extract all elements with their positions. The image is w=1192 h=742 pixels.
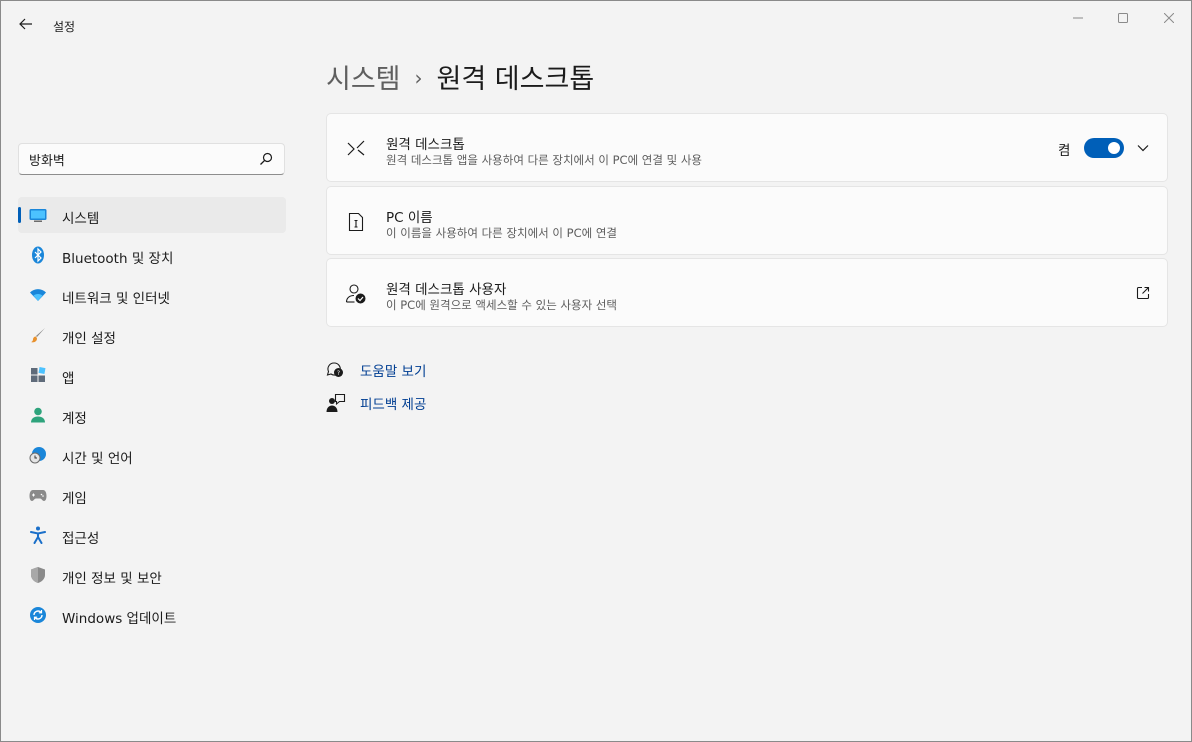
breadcrumb: 시스템 › 원격 데스크톱 bbox=[326, 57, 594, 96]
svg-text:?: ? bbox=[337, 370, 340, 377]
shield-icon bbox=[29, 566, 47, 584]
maximize-icon bbox=[1118, 13, 1128, 23]
sidebar-item-system[interactable]: 시스템 bbox=[18, 197, 286, 233]
sidebar-item-accounts[interactable]: 계정 bbox=[18, 397, 286, 433]
card-description: 이 이름을 사용하여 다른 장치에서 이 PC에 연결 bbox=[386, 226, 617, 240]
remote-desktop-card[interactable]: 원격 데스크톱 원격 데스크톱 앱을 사용하여 다른 장치에서 이 PC에 연결… bbox=[326, 113, 1168, 182]
sidebar-item-personalization[interactable]: 개인 설정 bbox=[18, 317, 286, 353]
pc-name-card[interactable]: PC 이름 이 이름을 사용하여 다른 장치에서 이 PC에 연결 bbox=[326, 186, 1168, 255]
sidebar-item-label: 개인 정보 및 보안 bbox=[62, 571, 162, 587]
breadcrumb-separator: › bbox=[414, 66, 423, 90]
update-icon bbox=[29, 606, 47, 624]
help-chat-icon: ? bbox=[326, 360, 346, 380]
apps-icon bbox=[29, 366, 47, 384]
sidebar-item-gaming[interactable]: 게임 bbox=[18, 477, 286, 513]
sidebar-item-bluetooth[interactable]: Bluetooth 및 장치 bbox=[18, 237, 286, 273]
sidebar-item-label: 시스템 bbox=[62, 211, 100, 227]
card-title: 원격 데스크톱 사용자 bbox=[386, 282, 507, 298]
feedback-icon bbox=[326, 393, 346, 413]
minimize-button[interactable] bbox=[1055, 1, 1101, 35]
wifi-icon bbox=[29, 286, 47, 304]
close-icon bbox=[1164, 13, 1174, 23]
sidebar-item-label: 접근성 bbox=[62, 531, 100, 547]
close-button[interactable] bbox=[1146, 1, 1192, 35]
remote-desktop-icon bbox=[345, 138, 367, 160]
sidebar-item-label: 게임 bbox=[62, 491, 87, 507]
feedback-link[interactable]: 피드백 제공 bbox=[326, 391, 426, 415]
toggle-knob bbox=[1108, 142, 1120, 154]
sidebar-item-label: Bluetooth 및 장치 bbox=[62, 251, 174, 267]
help-link-label: 도움말 보기 bbox=[360, 364, 427, 380]
sidebar-item-label: 네트워크 및 인터넷 bbox=[62, 291, 170, 307]
sidebar-nav: 시스템 Bluetooth 및 장치 네트워크 및 인터넷 개인 설정 앱 계정… bbox=[18, 197, 286, 637]
bluetooth-icon bbox=[29, 246, 47, 264]
toggle-state-label: 켬 bbox=[1058, 143, 1071, 159]
sidebar-item-label: 계정 bbox=[62, 411, 87, 427]
back-arrow-icon bbox=[19, 18, 32, 30]
remote-desktop-users-card[interactable]: 원격 데스크톱 사용자 이 PC에 원격으로 액세스할 수 있는 사용자 선택 bbox=[326, 258, 1168, 327]
sidebar-item-time-language[interactable]: 시간 및 언어 bbox=[18, 437, 286, 473]
sidebar-item-network[interactable]: 네트워크 및 인터넷 bbox=[18, 277, 286, 313]
search-icon[interactable] bbox=[259, 152, 273, 166]
sidebar-item-label: Windows 업데이트 bbox=[62, 611, 177, 627]
sidebar-item-accessibility[interactable]: 접근성 bbox=[18, 517, 286, 553]
card-title: 원격 데스크톱 bbox=[386, 137, 465, 153]
user-check-icon bbox=[345, 283, 367, 305]
expand-button[interactable] bbox=[1133, 138, 1153, 158]
sidebar-item-windows-update[interactable]: Windows 업데이트 bbox=[18, 597, 286, 633]
card-title: PC 이름 bbox=[386, 210, 433, 226]
open-external-button[interactable] bbox=[1133, 283, 1153, 303]
settings-window: 설정 시스템 Bluetooth 및 장치 bbox=[0, 0, 1192, 742]
app-title: 설정 bbox=[53, 20, 76, 34]
gamepad-icon bbox=[29, 486, 47, 504]
title-bar: 설정 bbox=[1, 1, 1191, 49]
pc-name-icon bbox=[345, 211, 367, 233]
minimize-icon bbox=[1073, 17, 1083, 19]
accessibility-icon bbox=[29, 526, 47, 544]
brush-icon bbox=[29, 326, 47, 344]
card-description: 이 PC에 원격으로 액세스할 수 있는 사용자 선택 bbox=[386, 298, 617, 312]
search-box bbox=[18, 143, 285, 175]
help-link[interactable]: ? 도움말 보기 bbox=[326, 358, 426, 382]
page-title: 원격 데스크톱 bbox=[436, 64, 595, 95]
remote-desktop-toggle[interactable] bbox=[1084, 138, 1124, 158]
clock-globe-icon bbox=[29, 446, 47, 464]
card-description: 원격 데스크톱 앱을 사용하여 다른 장치에서 이 PC에 연결 및 사용 bbox=[386, 153, 703, 167]
sidebar-item-label: 개인 설정 bbox=[62, 331, 116, 347]
person-icon bbox=[29, 406, 47, 424]
feedback-link-label: 피드백 제공 bbox=[360, 397, 427, 413]
open-external-icon bbox=[1136, 286, 1150, 300]
monitor-icon bbox=[29, 206, 47, 224]
breadcrumb-parent[interactable]: 시스템 bbox=[326, 64, 401, 95]
sidebar-item-label: 시간 및 언어 bbox=[62, 451, 133, 467]
back-button[interactable] bbox=[13, 11, 39, 37]
maximize-button[interactable] bbox=[1100, 1, 1146, 35]
sidebar-item-apps[interactable]: 앱 bbox=[18, 357, 286, 393]
sidebar-item-privacy-security[interactable]: 개인 정보 및 보안 bbox=[18, 557, 286, 593]
chevron-down-icon bbox=[1137, 145, 1149, 152]
search-input[interactable] bbox=[29, 150, 249, 168]
sidebar-item-label: 앱 bbox=[62, 371, 75, 387]
